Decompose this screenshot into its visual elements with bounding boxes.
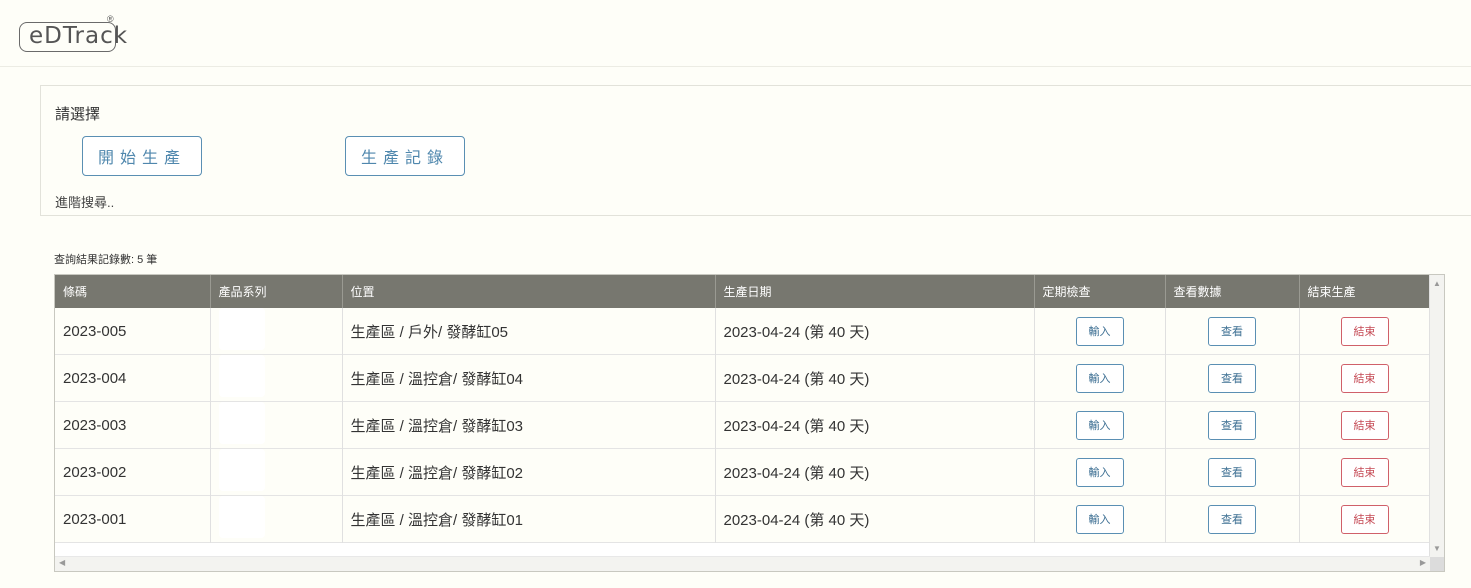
- results-table-container: 條碼 產品系列 位置 生產日期 定期檢查 查看數據 結束生產 2023-005 …: [54, 274, 1445, 572]
- input-button[interactable]: 輸入: [1075, 316, 1124, 346]
- location-cell: 生產區 / 溫控倉/ 發酵缸03: [342, 401, 716, 449]
- view-cell: 查看: [1165, 495, 1300, 543]
- series-cell: [210, 495, 343, 543]
- table-row[interactable]: 2023-001 生產區 / 溫控倉/ 發酵缸01 2023-04-24 (第 …: [55, 495, 1431, 543]
- date-cell: 2023-04-24 (第 40 天): [715, 354, 1035, 402]
- check-cell: 輸入: [1034, 308, 1166, 355]
- selection-panel: 請選擇 開始生產 生產記錄 進階搜尋..: [40, 85, 1471, 216]
- view-cell: 查看: [1165, 308, 1300, 355]
- date-cell: 2023-04-24 (第 40 天): [715, 448, 1035, 496]
- redacted-block: [218, 402, 265, 444]
- location-cell: 生產區 / 戶外/ 發酵缸05: [342, 308, 716, 355]
- end-cell: 結束: [1299, 495, 1431, 543]
- scroll-down-icon[interactable]: ▼: [1433, 544, 1441, 553]
- view-button[interactable]: 查看: [1208, 457, 1256, 487]
- check-cell: 輸入: [1034, 448, 1166, 496]
- input-button[interactable]: 輸入: [1075, 457, 1124, 487]
- redacted-block: [218, 355, 265, 397]
- end-button[interactable]: 結束: [1340, 363, 1389, 393]
- table-row[interactable]: 2023-004 生產區 / 溫控倉/ 發酵缸04 2023-04-24 (第 …: [55, 354, 1431, 402]
- results-table: 條碼 產品系列 位置 生產日期 定期檢查 查看數據 結束生產 2023-005 …: [55, 275, 1431, 543]
- barcode-cell: 2023-003: [55, 401, 211, 449]
- table-row[interactable]: 2023-002 生產區 / 溫控倉/ 發酵缸02 2023-04-24 (第 …: [55, 448, 1431, 496]
- vertical-scrollbar[interactable]: ▲ ▼: [1429, 275, 1444, 571]
- date-cell: 2023-04-24 (第 40 天): [715, 308, 1035, 355]
- view-cell: 查看: [1165, 401, 1300, 449]
- input-button[interactable]: 輸入: [1075, 363, 1124, 393]
- check-cell: 輸入: [1034, 495, 1166, 543]
- advanced-search-link[interactable]: 進階搜尋..: [55, 192, 114, 211]
- redacted-block: [218, 449, 265, 491]
- end-cell: 結束: [1299, 308, 1431, 355]
- date-cell: 2023-04-24 (第 40 天): [715, 401, 1035, 449]
- column-header-location[interactable]: 位置: [342, 275, 716, 308]
- column-header-barcode[interactable]: 條碼: [55, 275, 211, 308]
- end-cell: 結束: [1299, 448, 1431, 496]
- location-cell: 生產區 / 溫控倉/ 發酵缸02: [342, 448, 716, 496]
- barcode-cell: 2023-001: [55, 495, 211, 543]
- input-button[interactable]: 輸入: [1075, 504, 1124, 534]
- end-cell: 結束: [1299, 401, 1431, 449]
- location-cell: 生產區 / 溫控倉/ 發酵缸04: [342, 354, 716, 402]
- scroll-up-icon[interactable]: ▲: [1433, 279, 1441, 288]
- view-button[interactable]: 查看: [1208, 316, 1256, 346]
- redacted-block: [218, 496, 265, 538]
- horizontal-scrollbar[interactable]: ◀ ▶: [55, 556, 1430, 571]
- series-cell: [210, 308, 343, 355]
- end-button[interactable]: 結束: [1340, 504, 1389, 534]
- barcode-cell: 2023-005: [55, 308, 211, 355]
- scroll-left-icon[interactable]: ◀: [59, 558, 65, 567]
- scroll-right-icon[interactable]: ▶: [1420, 558, 1426, 567]
- view-button[interactable]: 查看: [1208, 504, 1256, 534]
- table-header-row: 條碼 產品系列 位置 生產日期 定期檢查 查看數據 結束生產: [55, 275, 1431, 308]
- check-cell: 輸入: [1034, 401, 1166, 449]
- barcode-cell: 2023-002: [55, 448, 211, 496]
- result-count: 查詢結果記錄數: 5 筆: [54, 254, 158, 266]
- column-header-end[interactable]: 結束生產: [1299, 275, 1431, 308]
- series-cell: [210, 354, 343, 402]
- panel-title: 請選擇: [55, 106, 101, 123]
- view-cell: 查看: [1165, 354, 1300, 402]
- date-cell: 2023-04-24 (第 40 天): [715, 495, 1035, 543]
- redacted-block: [218, 308, 265, 350]
- column-header-check[interactable]: 定期檢查: [1034, 275, 1166, 308]
- table-row[interactable]: 2023-003 生產區 / 溫控倉/ 發酵缸03 2023-04-24 (第 …: [55, 401, 1431, 449]
- end-button[interactable]: 結束: [1340, 410, 1389, 440]
- location-cell: 生產區 / 溫控倉/ 發酵缸01: [342, 495, 716, 543]
- end-cell: 結束: [1299, 354, 1431, 402]
- start-production-button[interactable]: 開始生產: [82, 136, 202, 176]
- view-button[interactable]: 查看: [1208, 410, 1256, 440]
- logo-text: eDTrack: [29, 23, 129, 49]
- view-cell: 查看: [1165, 448, 1300, 496]
- end-button[interactable]: 結束: [1340, 457, 1389, 487]
- barcode-cell: 2023-004: [55, 354, 211, 402]
- input-button[interactable]: 輸入: [1075, 410, 1124, 440]
- column-header-date[interactable]: 生產日期: [715, 275, 1035, 308]
- production-records-button[interactable]: 生產記錄: [345, 136, 465, 176]
- end-button[interactable]: 結束: [1340, 316, 1389, 346]
- series-cell: [210, 401, 343, 449]
- registered-mark: ®: [107, 14, 114, 24]
- view-button[interactable]: 查看: [1208, 363, 1256, 393]
- scrollbar-corner: [1430, 557, 1444, 571]
- table-row[interactable]: 2023-005 生產區 / 戶外/ 發酵缸05 2023-04-24 (第 4…: [55, 308, 1431, 355]
- edtrack-logo[interactable]: eDTrack ®: [19, 14, 127, 52]
- column-header-series[interactable]: 產品系列: [210, 275, 343, 308]
- app-header: eDTrack ®: [0, 0, 1471, 67]
- series-cell: [210, 448, 343, 496]
- check-cell: 輸入: [1034, 354, 1166, 402]
- column-header-view[interactable]: 查看數據: [1165, 275, 1300, 308]
